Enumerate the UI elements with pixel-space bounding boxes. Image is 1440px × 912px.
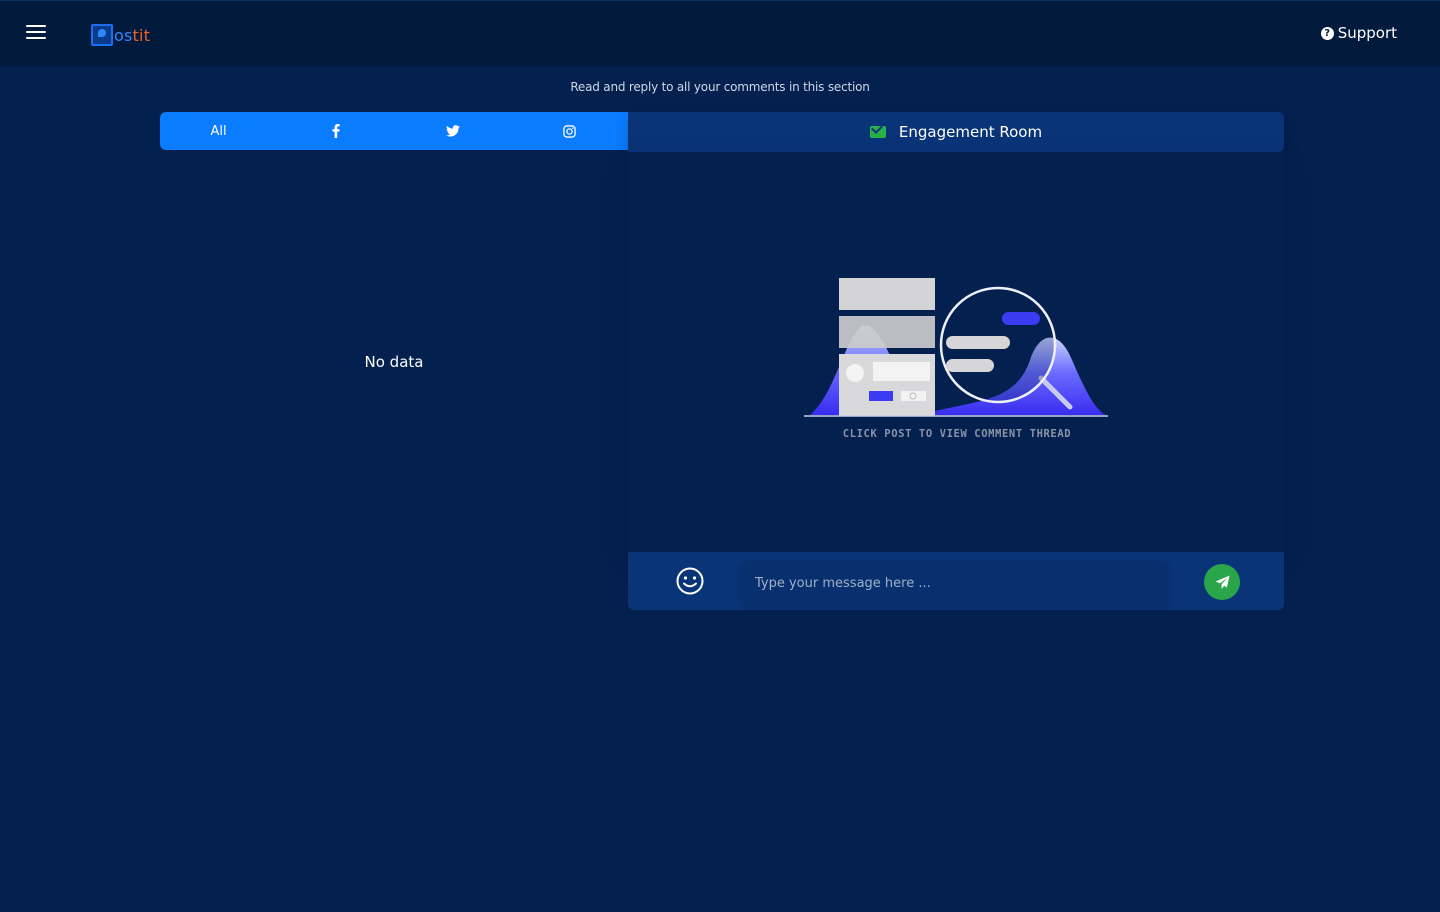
smiley-icon[interactable] — [675, 566, 705, 596]
paper-plane-icon — [1214, 574, 1230, 589]
top-bar: ostit ? Support — [0, 0, 1440, 66]
twitter-icon — [445, 125, 460, 137]
comment-thread-illustration: CLICK POST TO VIEW COMMENT THREAD — [804, 278, 1108, 440]
engagement-room-header: Engagement Room — [628, 112, 1284, 152]
tab-facebook[interactable] — [277, 112, 394, 150]
support-label: Support — [1337, 24, 1397, 42]
logo-text: ostit — [114, 25, 151, 45]
message-composer — [628, 552, 1284, 610]
empty-state-text: No data — [364, 353, 424, 371]
message-input[interactable] — [741, 560, 1169, 606]
logo-mark-icon — [91, 24, 113, 46]
question-circle-icon: ? — [1320, 26, 1334, 40]
tab-instagram[interactable] — [511, 112, 628, 150]
envelope-icon — [869, 126, 886, 138]
tab-all[interactable]: All — [160, 112, 277, 150]
tab-twitter[interactable] — [394, 112, 511, 150]
platform-filter-bar: All — [160, 112, 628, 150]
app-logo[interactable]: ostit — [91, 23, 150, 47]
instagram-icon — [563, 124, 576, 138]
send-button[interactable] — [1204, 564, 1240, 600]
tab-all-label: All — [210, 123, 227, 139]
menu-icon[interactable] — [26, 25, 46, 41]
page-subtitle: Read and reply to all your comments in t… — [570, 80, 870, 94]
facebook-icon — [332, 124, 340, 138]
engagement-room-title: Engagement Room — [898, 123, 1043, 141]
support-link[interactable]: ? Support — [1320, 24, 1397, 42]
illustration-caption: CLICK POST TO VIEW COMMENT THREAD — [843, 428, 1071, 440]
